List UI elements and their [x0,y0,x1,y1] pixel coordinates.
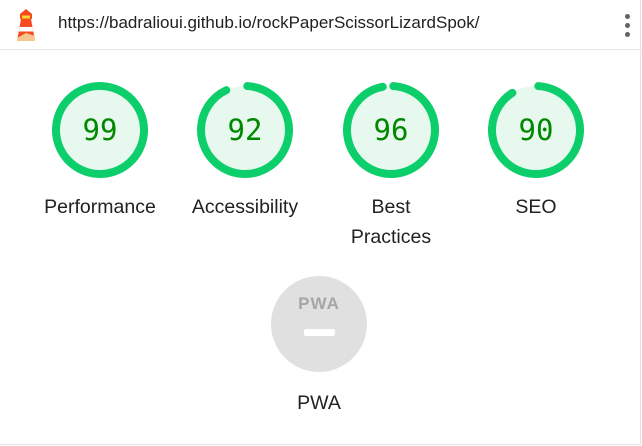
seo-gauge[interactable]: 90 [486,80,586,180]
performance-score: 99 [82,113,118,147]
best-practices-label-line-2: Practices [350,226,432,248]
report-topbar: https://badralioui.github.io/rockPaperSc… [0,0,642,50]
lighthouse-icon [13,9,39,43]
pwa-badge[interactable]: PWA [271,276,367,372]
seo-label: SEO [515,196,557,218]
seo-score: 90 [518,113,554,147]
accessibility-gauge[interactable]: 92 [195,80,295,180]
pwa-label: PWA [297,392,341,414]
more-vert-icon[interactable] [624,14,632,38]
accessibility-label: Accessibility [191,196,299,218]
report-url[interactable]: https://badralioui.github.io/rockPaperSc… [58,13,479,33]
performance-label: Performance [44,196,156,218]
best-practices-gauge[interactable]: 96 [341,80,441,180]
accessibility-score: 92 [227,113,263,147]
pwa-badge-text: PWA [298,294,340,313]
best-practices-score: 96 [373,113,409,147]
pwa-badge-dash [304,329,335,336]
best-practices-label-line-1: Best [371,196,411,218]
performance-gauge[interactable]: 99 [50,80,150,180]
